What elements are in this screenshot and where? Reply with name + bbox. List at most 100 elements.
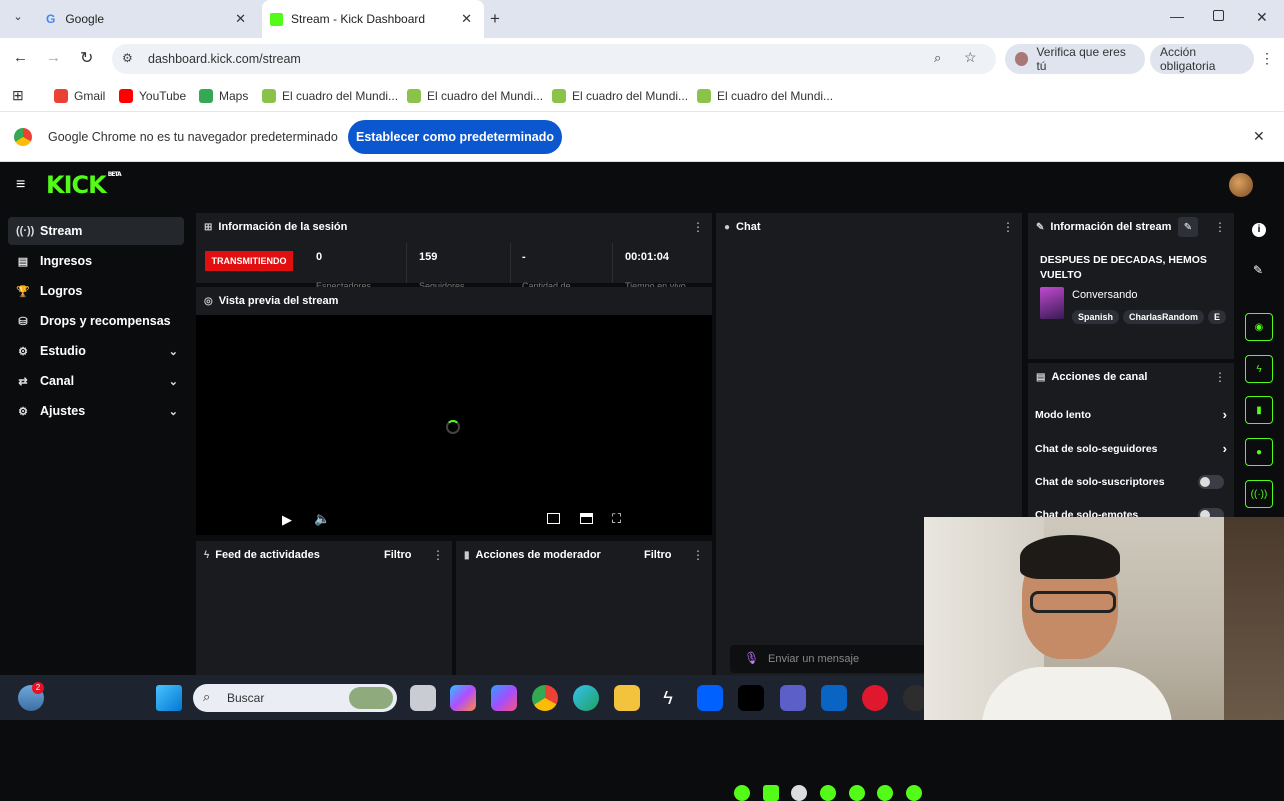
emote-icon[interactable] xyxy=(849,785,865,801)
tab-google[interactable]: G Google ✕ xyxy=(40,0,258,38)
chevron-right-icon: › xyxy=(1222,441,1227,456)
m365-icon[interactable] xyxy=(491,685,517,711)
emote-icon[interactable] xyxy=(877,785,893,801)
filter-button[interactable]: Filtro xyxy=(644,549,672,561)
emote-icon[interactable] xyxy=(906,785,922,801)
pip-icon[interactable] xyxy=(547,513,560,524)
taskbar-search-input[interactable]: ⌕ Buscar xyxy=(193,684,397,712)
maximize-button[interactable] xyxy=(1213,10,1224,21)
tag-chip[interactable]: CharlasRandom xyxy=(1123,310,1205,324)
panel-menu-icon[interactable]: ⋮ xyxy=(1002,220,1014,234)
site-settings-icon[interactable]: ⚙ xyxy=(122,51,133,65)
outlook-icon[interactable] xyxy=(821,685,847,711)
capcut-icon[interactable]: ϟ xyxy=(655,685,681,711)
verify-identity-button[interactable]: Verifica que eres tú xyxy=(1005,44,1145,74)
sidebar-item-drops[interactable]: ⛁ Drops y recompensas xyxy=(8,307,184,335)
file-explorer-icon[interactable] xyxy=(614,685,640,711)
broadcast-action-icon[interactable]: ((·)) xyxy=(1245,480,1273,508)
tab-search-button[interactable]: ⌄ xyxy=(8,10,28,28)
sidebar-item-logros[interactable]: 🏆 Logros xyxy=(8,277,184,305)
new-tab-button[interactable]: + xyxy=(490,9,500,29)
set-default-button[interactable]: Establecer como predeterminado xyxy=(348,120,562,154)
tiktok-icon[interactable] xyxy=(738,685,764,711)
hamburger-menu-icon[interactable]: ≡ xyxy=(16,176,25,194)
start-button-icon[interactable] xyxy=(156,685,182,711)
task-view-icon[interactable] xyxy=(410,685,436,711)
chrome-taskbar-icon[interactable] xyxy=(532,685,558,711)
emote-icon[interactable] xyxy=(734,785,750,801)
sidebar-item-estudio[interactable]: ⚙ Estudio ⌄ xyxy=(8,337,184,365)
edit-pencil-icon[interactable]: ✎ xyxy=(1178,217,1198,237)
reload-icon[interactable]: ↻ xyxy=(80,48,93,68)
theater-mode-icon[interactable] xyxy=(580,513,593,524)
zoom-icon[interactable]: ⌕ xyxy=(934,50,941,66)
address-bar[interactable]: ⚙ dashboard.kick.com/stream ⌕ ☆ xyxy=(112,44,996,74)
bookmark-gmail[interactable]: Gmail xyxy=(54,87,105,105)
sidebar-item-canal[interactable]: ⇄ Canal ⌄ xyxy=(8,367,184,395)
bookmark-cuadro-2[interactable]: El cuadro del Mundi... xyxy=(407,87,543,105)
stream-preview-panel: ◎ Vista previa del stream ▶ 🔈 ⛶ xyxy=(196,287,712,535)
user-avatar[interactable] xyxy=(1229,173,1253,197)
panel-menu-icon[interactable]: ⋮ xyxy=(432,548,444,562)
profile-warning-icon xyxy=(1015,52,1029,66)
emote-icon[interactable] xyxy=(791,785,807,801)
volume-icon[interactable]: 🔈 xyxy=(314,511,330,527)
panel-menu-icon[interactable]: ⋮ xyxy=(1214,220,1226,234)
kick-logo[interactable]: KICK BETA xyxy=(46,171,122,199)
required-action-button[interactable]: Acción obligatoria xyxy=(1150,44,1254,74)
teams-icon[interactable] xyxy=(780,685,806,711)
copilot-icon[interactable] xyxy=(450,685,476,711)
back-icon[interactable]: ← xyxy=(13,49,28,66)
menu-kebab-icon[interactable]: ⋮ xyxy=(1260,50,1274,67)
emote-icon[interactable] xyxy=(820,785,836,801)
forward-icon[interactable]: → xyxy=(46,49,61,66)
chevron-down-icon[interactable]: ⌄ xyxy=(169,345,178,358)
opera-icon[interactable] xyxy=(862,685,888,711)
filter-button[interactable]: Filtro xyxy=(384,549,412,561)
play-icon[interactable]: ▶ xyxy=(282,512,292,528)
apps-grid-icon[interactable]: ⊞ xyxy=(12,87,24,104)
tag-chip[interactable]: Spanish xyxy=(1072,310,1120,324)
sidebar-item-stream[interactable]: ((·)) Stream xyxy=(8,217,184,245)
fullscreen-icon[interactable]: ⛶ xyxy=(612,511,621,527)
url-text[interactable]: dashboard.kick.com/stream xyxy=(148,52,301,66)
microphone-icon[interactable]: 🎙 xyxy=(744,651,759,665)
camera-action-icon[interactable]: ◉ xyxy=(1245,313,1273,341)
edge-icon[interactable] xyxy=(573,685,599,711)
bookmark-cuadro-4[interactable]: El cuadro del Mundi... xyxy=(697,87,833,105)
panel-title: Información del stream xyxy=(1050,221,1172,233)
bookmark-maps[interactable]: Maps xyxy=(199,87,248,105)
note-action-icon[interactable]: ▮ xyxy=(1245,396,1273,424)
lightning-action-icon[interactable]: ϟ xyxy=(1245,355,1273,383)
chat-action-icon[interactable]: ● xyxy=(1245,438,1273,466)
action-followers-only[interactable]: Chat de solo-seguidores › xyxy=(1035,441,1227,456)
subscribers-only-toggle[interactable] xyxy=(1198,475,1224,489)
edit-icon[interactable]: ✎ xyxy=(1253,263,1263,277)
panel-menu-icon[interactable]: ⋮ xyxy=(692,220,704,234)
tab-kick-dashboard[interactable]: Stream - Kick Dashboard ✕ xyxy=(262,0,484,38)
panel-menu-icon[interactable]: ⋮ xyxy=(692,548,704,562)
close-tab-icon[interactable]: ✕ xyxy=(461,11,472,27)
tag-chip[interactable]: E xyxy=(1208,310,1227,324)
action-slow-mode[interactable]: Modo lento › xyxy=(1035,407,1227,422)
bookmark-youtube[interactable]: YouTube xyxy=(119,87,186,105)
panel-menu-icon[interactable]: ⋮ xyxy=(1214,370,1226,384)
close-tab-icon[interactable]: ✕ xyxy=(235,11,246,27)
close-infobar-icon[interactable]: ✕ xyxy=(1253,128,1265,145)
settings-icon: ⚙ xyxy=(18,405,28,418)
bookmark-star-icon[interactable]: ☆ xyxy=(964,49,977,66)
close-window-button[interactable]: ✕ xyxy=(1256,9,1268,26)
chevron-down-icon[interactable]: ⌄ xyxy=(169,375,178,388)
action-subscribers-only: Chat de solo-suscriptores xyxy=(1035,476,1165,488)
sidebar-item-ajustes[interactable]: ⚙ Ajustes ⌄ xyxy=(8,397,184,425)
bookmark-cuadro-1[interactable]: El cuadro del Mundi... xyxy=(262,87,398,105)
notification-badge: 2 xyxy=(32,682,44,694)
chevron-down-icon[interactable]: ⌄ xyxy=(169,405,178,418)
minimize-button[interactable]: — xyxy=(1170,8,1184,24)
info-icon[interactable]: i xyxy=(1252,223,1266,237)
sidebar-item-ingresos[interactable]: ▤ Ingresos xyxy=(8,247,184,275)
emote-icon[interactable] xyxy=(763,785,779,801)
dropbox-icon[interactable] xyxy=(697,685,723,711)
session-icon: ⊞ xyxy=(204,221,213,233)
bookmark-cuadro-3[interactable]: El cuadro del Mundi... xyxy=(552,87,688,105)
